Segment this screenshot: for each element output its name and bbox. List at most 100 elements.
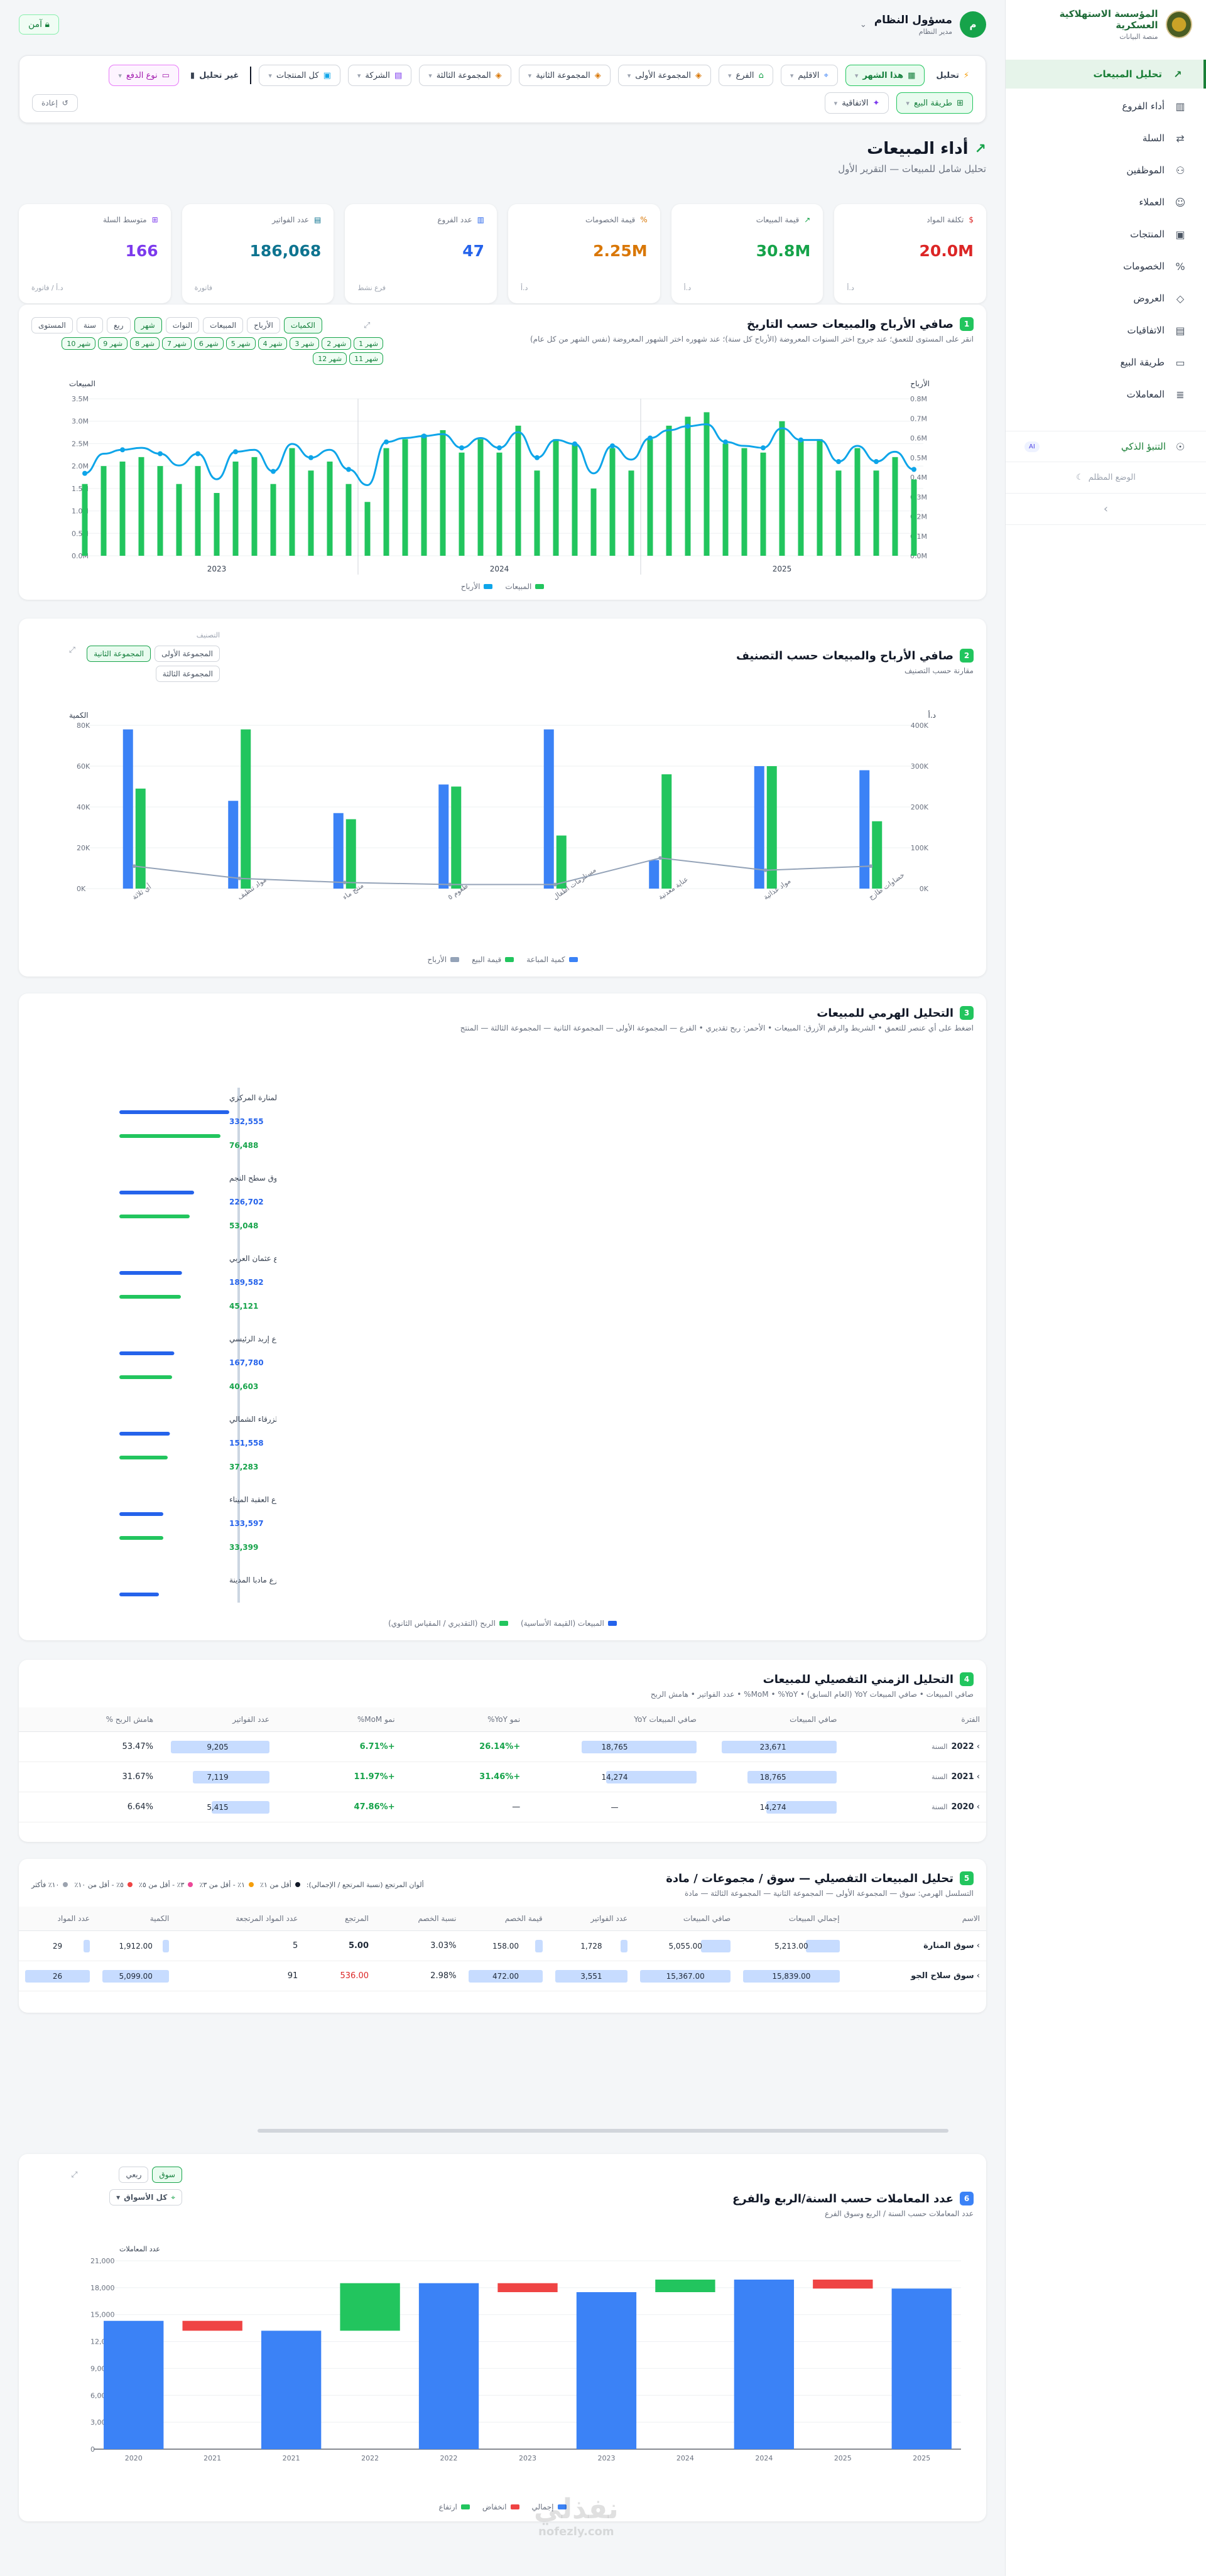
sidebar-item-3[interactable]: ⚇ الموظفين bbox=[1006, 156, 1206, 185]
company-select[interactable]: ▤ الشركة ▾ bbox=[347, 65, 412, 86]
toggle-market[interactable]: سوق bbox=[152, 2167, 182, 2183]
sidebar-item-ai-forecast[interactable]: ☉ التنبؤ الذكي AI bbox=[1006, 431, 1206, 462]
up-bar bbox=[340, 2283, 400, 2331]
sidebar-item-10[interactable]: ≣ المعاملات bbox=[1006, 380, 1206, 409]
expand-row-icon[interactable]: › bbox=[974, 1742, 980, 1751]
payment-type-select[interactable]: ▭ نوع الدفع ▾ bbox=[109, 65, 179, 86]
user-menu[interactable]: م مسؤول النظام مدير النظام ⌄ bbox=[860, 11, 986, 38]
sidebar-item-5[interactable]: ▣ المنتجات bbox=[1006, 220, 1206, 249]
sidebar-item-2[interactable]: ⇄ السلة bbox=[1006, 124, 1206, 153]
group3-select[interactable]: ◈ المجموعة الثالثة ▾ bbox=[419, 65, 511, 86]
kpi-label: عدد الفواتير bbox=[272, 215, 309, 224]
month-chip[interactable]: شهر 1 bbox=[354, 337, 383, 350]
sales-bar bbox=[553, 439, 559, 556]
y2-tick: 400K bbox=[911, 722, 929, 730]
month-chip[interactable]: شهر 5 bbox=[225, 337, 256, 350]
row-year: 2020 bbox=[951, 1802, 974, 1812]
reset-button[interactable]: ↺ إعادة bbox=[32, 94, 78, 112]
products-select[interactable]: ▣ كل المنتجات ▾ bbox=[259, 65, 340, 86]
chart2-group-toggle[interactable]: المجموعة الثانية bbox=[87, 646, 151, 662]
expand-row-icon[interactable]: › bbox=[974, 1941, 980, 1951]
chart2-group-toggle[interactable]: المجموعة الثالثة bbox=[155, 666, 220, 682]
cell-qty: 1,912.00 bbox=[119, 1941, 153, 1951]
expand-icon[interactable]: ⤢ bbox=[364, 321, 370, 330]
sidebar-item-label: العملاء bbox=[1139, 197, 1165, 208]
sidebar-item-6[interactable]: % الخصومات bbox=[1006, 252, 1206, 281]
profit-point bbox=[342, 880, 347, 885]
chevron-down-icon: ▾ bbox=[790, 71, 794, 80]
collapse-sidebar-button[interactable]: › bbox=[1006, 494, 1206, 525]
sale-method-select[interactable]: ⊞ طريقة البيع ▾ bbox=[896, 92, 973, 114]
chart6-title: عدد المعاملات حسب السنة/الربع والفرع bbox=[732, 2192, 953, 2205]
chart2-group-toggle[interactable]: المجموعة الأولى bbox=[155, 646, 220, 662]
month-chip[interactable]: شهر 12 bbox=[313, 352, 347, 365]
region-select[interactable]: ⌖ الاقليم ▾ bbox=[780, 65, 838, 86]
month-chip[interactable]: شهر 8 bbox=[130, 337, 160, 350]
sidebar: المؤسسة الاستهلاكية العسكرية منصة البيان… bbox=[1005, 0, 1206, 2576]
expand-row-icon[interactable]: › bbox=[974, 1802, 980, 1812]
sidebar-item-4[interactable]: ☺ العملاء bbox=[1006, 188, 1206, 217]
group1-select[interactable]: ◈ المجموعة الأولى ▾ bbox=[617, 65, 711, 86]
month-chip[interactable]: شهر 2 bbox=[322, 337, 352, 350]
table-row[interactable]: › سوق المنارة 5,213.00 5,055.00 1,728 158.00… bbox=[19, 1930, 986, 1961]
chart1-level-toggle[interactable]: المستوى bbox=[31, 317, 73, 333]
chevron-down-icon: ▾ bbox=[268, 71, 272, 80]
profit-point bbox=[308, 455, 313, 460]
kpi-unit: د.أ bbox=[847, 284, 854, 292]
chart1-level-toggle[interactable]: سنة bbox=[76, 317, 103, 333]
chart3-title: التحليل الهرمي للمبيعات bbox=[817, 1006, 953, 1020]
toggle-quarterly[interactable]: ربعي bbox=[119, 2167, 149, 2183]
month-chip[interactable]: شهر 4 bbox=[258, 337, 288, 350]
pin-icon: ⌖ bbox=[171, 2192, 175, 2202]
chart5-title: تحليل المبيعات التفصيلي — سوق / مجموعات … bbox=[666, 1871, 953, 1885]
kpi-label: قيمة المبيعات bbox=[756, 215, 800, 224]
month-chip[interactable]: شهر 9 bbox=[98, 337, 128, 350]
expand-row-icon[interactable]: › bbox=[974, 1772, 980, 1782]
chart1-level-toggle[interactable]: شهر bbox=[134, 317, 162, 333]
markets-select[interactable]: ⌖ كل الأسواق ▾ bbox=[109, 2189, 182, 2205]
quantity-bar bbox=[649, 860, 660, 889]
chart1-metric-toggle[interactable]: المبيعات bbox=[203, 317, 244, 333]
table-row[interactable]: › سوق سلاح الجو 15,839.00 15,367.00 3,551 47… bbox=[19, 1961, 986, 1991]
profit-value: 40,603 bbox=[229, 1382, 258, 1391]
chart1-metric-toggle[interactable]: النوات bbox=[165, 317, 200, 333]
sidebar-item-0[interactable]: ↗ تحليل المبيعات bbox=[1006, 60, 1206, 89]
chart1-metric-toggle[interactable]: الأرباح bbox=[247, 317, 280, 333]
month-chip[interactable]: شهر 6 bbox=[193, 337, 224, 350]
period-select[interactable]: ▦ هذا الشهر ▾ bbox=[845, 65, 925, 86]
chart1-level-toggle[interactable]: ربع bbox=[106, 317, 131, 333]
table-row[interactable]: › 2020السنة 14,274 — — +47.86% 5,415 6.64% bbox=[19, 1792, 986, 1822]
profit-bar bbox=[119, 1295, 181, 1299]
cell-net: 5,055.00 bbox=[668, 1941, 702, 1951]
sales-bar bbox=[327, 462, 333, 556]
horizontal-scrollbar[interactable] bbox=[258, 2129, 948, 2133]
table-row[interactable]: › 2021السنة 18,765 14,274 +31.46% +11.97% 7,1… bbox=[19, 1762, 986, 1792]
sparkle-icon: ☉ bbox=[1175, 440, 1185, 453]
chart1-metric-toggle[interactable]: الكميات bbox=[283, 317, 322, 333]
expand-icon[interactable]: ⤢ bbox=[71, 2170, 77, 2180]
chart1-plot: المبيعات الأرباح3.5M3.0M2.5M2.0M1.5M1.0M0… bbox=[69, 379, 930, 575]
sidebar-item-1[interactable]: ▥ أداء الفروع bbox=[1006, 92, 1206, 121]
total-bar bbox=[734, 2280, 795, 2449]
chart6-number: 6 bbox=[960, 2192, 974, 2205]
sidebar-item-9[interactable]: ▭ طريقة البيع bbox=[1006, 348, 1206, 377]
month-chip[interactable]: شهر 7 bbox=[161, 337, 192, 350]
month-chip[interactable]: شهر 11 bbox=[349, 352, 383, 365]
table-row[interactable]: › 2022السنة 23,671 18,765 +26.14% +6.71% 9,20… bbox=[19, 1731, 986, 1762]
table-header: عدد المواد المرتجعة bbox=[175, 1907, 305, 1931]
sidebar-item-8[interactable]: ▤ الاتفاقيات bbox=[1006, 316, 1206, 345]
month-chip[interactable]: شهر 3 bbox=[290, 337, 320, 350]
branch-select[interactable]: ⌂ الفرع ▾ bbox=[718, 65, 773, 86]
sidebar-item-7[interactable]: ◇ العروض bbox=[1006, 284, 1206, 313]
up-bar bbox=[655, 2280, 715, 2292]
agreement-select[interactable]: ✦ الاتفاقية ▾ bbox=[824, 92, 889, 114]
dark-mode-toggle[interactable]: الوضع المظلم ☾ bbox=[1006, 462, 1206, 494]
sales-bar bbox=[82, 484, 88, 556]
profit-point bbox=[911, 467, 916, 472]
expand-row-icon[interactable]: › bbox=[974, 1971, 980, 1981]
group2-select[interactable]: ◈ المجموعة الثانية ▾ bbox=[518, 65, 611, 86]
compare-toggle[interactable]: غير تحليل ▮ bbox=[186, 65, 243, 86]
month-chip[interactable]: شهر 10 bbox=[62, 337, 96, 350]
expand-icon[interactable]: ⤢ bbox=[69, 646, 75, 655]
sidebar-item-label: أداء الفروع bbox=[1122, 100, 1165, 112]
